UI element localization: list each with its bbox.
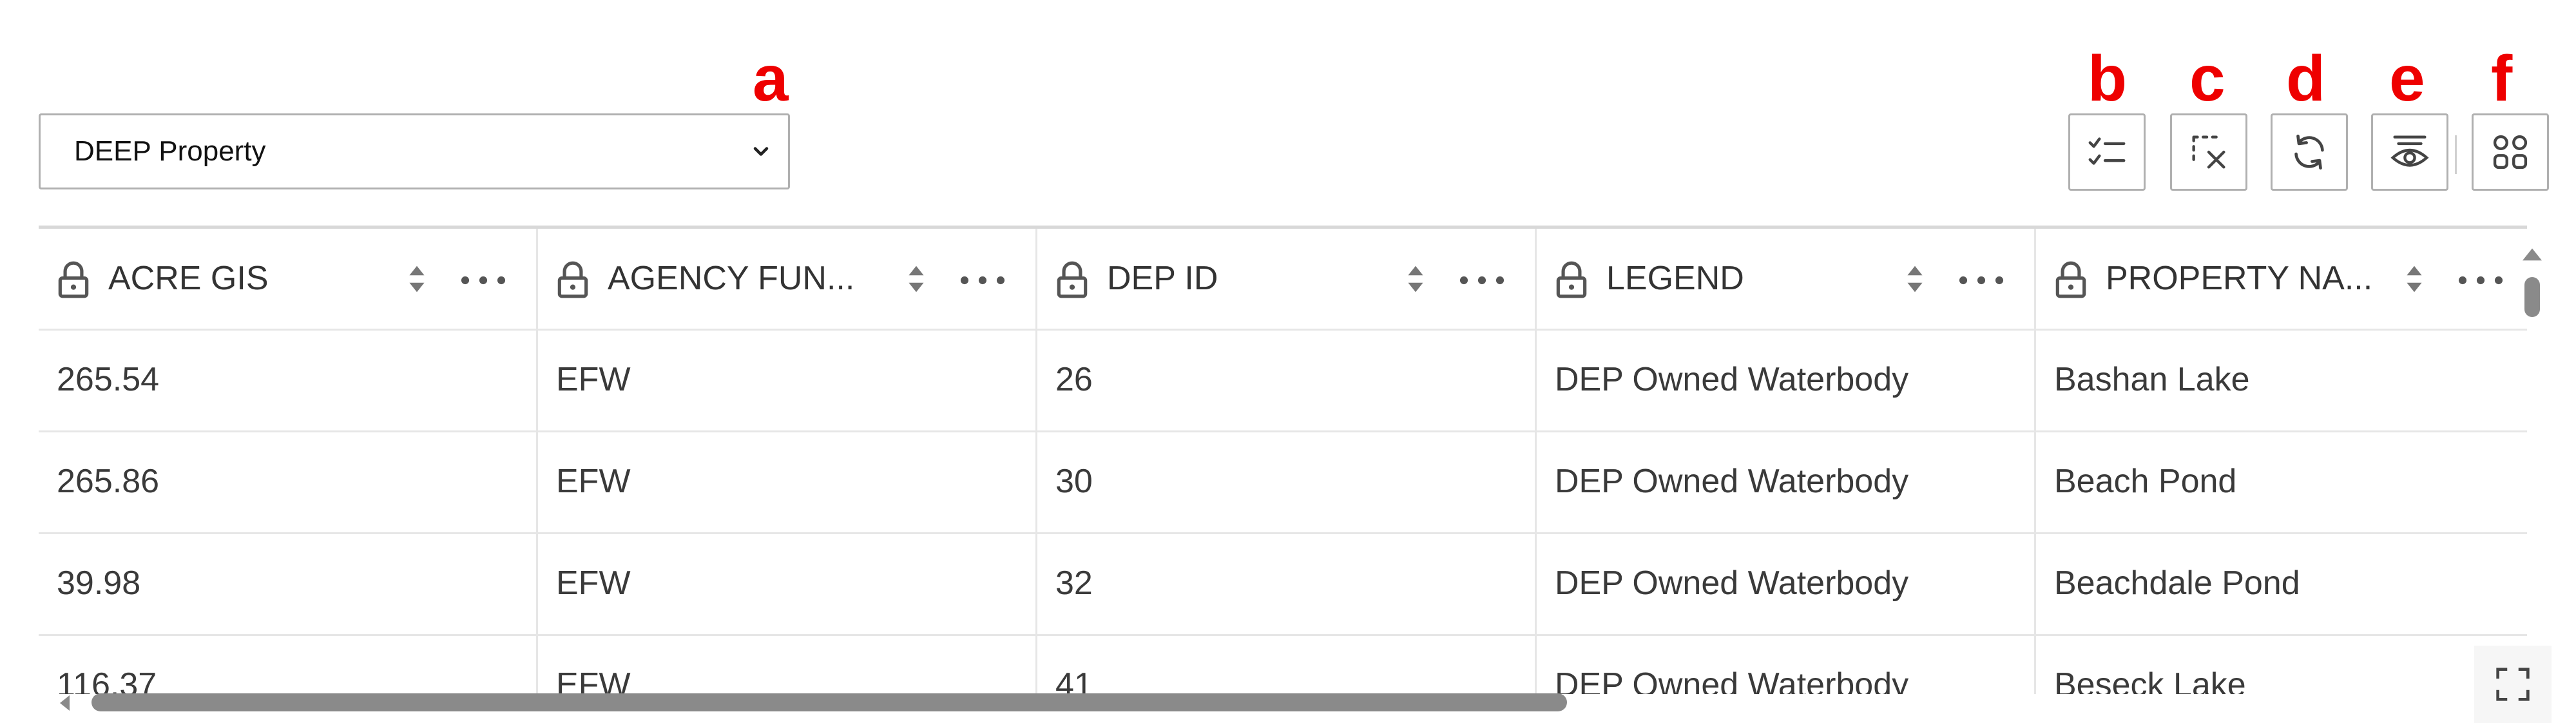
table-cell: 30 <box>1037 430 1537 532</box>
chevron-down-icon <box>753 147 769 156</box>
more-options-icon[interactable] <box>1959 275 2004 285</box>
lock-icon <box>58 261 89 298</box>
column-header-acre-gis[interactable]: ACRE GIS <box>39 229 538 329</box>
table-row[interactable]: 116.37 EFW 41 DEP Owned Waterbody Beseck… <box>39 634 2527 694</box>
table-cell: EFW <box>538 532 1037 634</box>
marker-c: c <box>2189 43 2225 115</box>
lock-icon <box>1556 261 1587 298</box>
toolbar-divider <box>2455 135 2457 174</box>
table-row[interactable]: 39.98 EFW 32 DEP Owned Waterbody Beachda… <box>39 532 2527 636</box>
checklist-icon <box>2088 137 2126 165</box>
column-header-property-na[interactable]: PROPERTY NA... <box>2036 229 2527 329</box>
column-header-agency-fun[interactable]: AGENCY FUN... <box>538 229 1037 329</box>
column-header-label: ACRE GIS <box>108 260 269 297</box>
clear-selection-icon <box>2192 135 2225 169</box>
table-cell: 265.86 <box>39 430 538 532</box>
attribute-table: ACRE GIS AGENCY FUN... DEP ID LEGEND PRO… <box>39 226 2527 694</box>
show-selected-icon <box>2390 135 2429 167</box>
table-cell: 41 <box>1037 634 1537 694</box>
fullscreen-button[interactable] <box>2474 646 2552 723</box>
select-all-button[interactable] <box>2068 113 2146 191</box>
lock-icon <box>2055 261 2086 298</box>
column-header-label: DEP ID <box>1107 260 1218 297</box>
table-row[interactable]: 265.54 EFW 26 DEP Owned Waterbody Bashan… <box>39 329 2527 432</box>
sort-icon[interactable] <box>907 262 926 296</box>
table-cell: 32 <box>1037 532 1537 634</box>
sort-icon[interactable] <box>1905 262 1925 296</box>
options-grid-icon <box>2493 135 2528 169</box>
column-header-legend[interactable]: LEGEND <box>1537 229 2036 329</box>
table-cell: 116.37 <box>39 634 538 694</box>
table-row[interactable]: 265.86 EFW 30 DEP Owned Waterbody Beach … <box>39 430 2527 534</box>
refresh-button[interactable] <box>2271 113 2348 191</box>
horizontal-scrollbar-thumb[interactable] <box>91 693 1567 711</box>
marker-d: d <box>2286 43 2326 115</box>
layer-select[interactable]: DEEP Property <box>39 113 790 189</box>
table-cell: EFW <box>538 430 1037 532</box>
scroll-left-icon[interactable] <box>54 693 73 713</box>
marker-f: f <box>2491 43 2513 115</box>
table-cell: 265.54 <box>39 329 538 430</box>
layer-select-value: DEEP Property <box>74 135 266 167</box>
table-cell: Beseck Lake <box>2054 666 2246 694</box>
column-header-label: AGENCY FUN... <box>608 260 855 297</box>
table-cell: EFW <box>538 634 1037 694</box>
table-cell: DEP Owned Waterbody <box>1537 532 2036 634</box>
table-cell: Beachdale Pond <box>2054 564 2300 602</box>
marker-a: a <box>753 43 789 115</box>
more-options-icon[interactable] <box>2458 275 2503 285</box>
sort-icon[interactable] <box>407 262 427 296</box>
table-cell: DEP Owned Waterbody <box>1537 329 2036 430</box>
table-header: ACRE GIS AGENCY FUN... DEP ID LEGEND PRO… <box>39 229 2527 331</box>
table-cell: Bashan Lake <box>2054 361 2250 398</box>
marker-b: b <box>2088 43 2128 115</box>
more-options-icon[interactable] <box>1459 275 1504 285</box>
show-selected-button[interactable] <box>2371 113 2448 191</box>
table-cell: 39.98 <box>39 532 538 634</box>
column-header-label: LEGEND <box>1606 260 1744 297</box>
lock-icon <box>557 261 588 298</box>
more-options-icon[interactable] <box>461 275 506 285</box>
column-header-label: PROPERTY NA... <box>2106 260 2373 297</box>
vertical-scrollbar-thumb[interactable] <box>2524 277 2540 317</box>
table-cell: DEP Owned Waterbody <box>1537 430 2036 532</box>
sort-icon[interactable] <box>2405 262 2424 296</box>
lock-icon <box>1057 261 1088 298</box>
marker-e: e <box>2389 43 2425 115</box>
fullscreen-icon <box>2496 668 2530 701</box>
table-cell: DEP Owned Waterbody <box>1537 634 2036 694</box>
clear-selection-button[interactable] <box>2170 113 2247 191</box>
table-options-button[interactable] <box>2472 113 2549 191</box>
table-cell: Beach Pond <box>2054 463 2237 500</box>
column-header-dep-id[interactable]: DEP ID <box>1037 229 1537 329</box>
refresh-icon <box>2294 134 2324 170</box>
sort-icon[interactable] <box>1406 262 1425 296</box>
table-cell: 26 <box>1037 329 1537 430</box>
scroll-up-icon[interactable] <box>2519 244 2545 263</box>
table-cell: EFW <box>538 329 1037 430</box>
more-options-icon[interactable] <box>960 275 1005 285</box>
